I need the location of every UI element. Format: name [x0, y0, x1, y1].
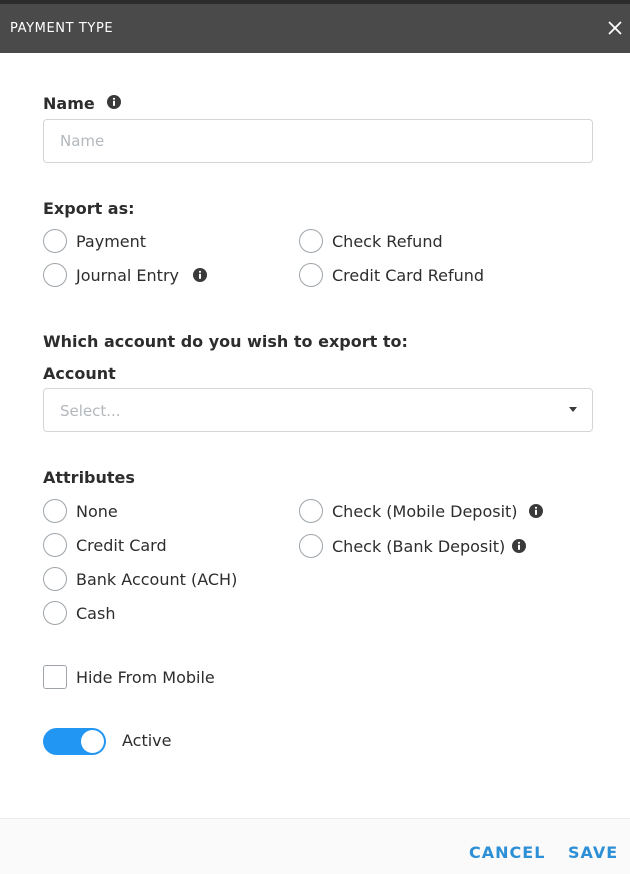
- info-icon: [512, 539, 526, 553]
- close-icon[interactable]: [604, 17, 626, 39]
- radio-attribute-none[interactable]: None: [43, 499, 118, 523]
- radio-circle[interactable]: [299, 263, 323, 287]
- radio-label: Payment: [76, 231, 147, 251]
- name-label: Name: [43, 94, 95, 113]
- radio-label: Bank Account (ACH): [76, 569, 238, 589]
- radio-label: Credit Card: [76, 535, 167, 555]
- active-toggle-label: Active: [122, 731, 172, 750]
- radio-circle[interactable]: [299, 229, 323, 253]
- radio-attribute-check-mobile-deposit[interactable]: Check (Mobile Deposit): [299, 499, 518, 523]
- checkbox-label: Hide From Mobile: [76, 667, 215, 687]
- radio-circle[interactable]: [43, 533, 67, 557]
- radio-circle[interactable]: [43, 601, 67, 625]
- account-label: Account: [43, 364, 116, 383]
- dialog-title: PAYMENT TYPE: [10, 21, 114, 36]
- radio-attribute-cash[interactable]: Cash: [43, 601, 115, 625]
- radio-circle[interactable]: [43, 499, 67, 523]
- radio-label: Check (Bank Deposit): [332, 536, 506, 556]
- export-as-label: Export as:: [43, 199, 135, 218]
- account-question: Which account do you wish to export to:: [43, 332, 408, 351]
- save-button[interactable]: SAVE: [568, 843, 618, 862]
- dialog-header: PAYMENT TYPE: [0, 4, 630, 53]
- radio-export-check-refund[interactable]: Check Refund: [299, 229, 443, 253]
- account-select[interactable]: Select...: [43, 388, 593, 432]
- info-icon: [193, 268, 207, 282]
- radio-export-credit-card-refund[interactable]: Credit Card Refund: [299, 263, 484, 287]
- radio-circle[interactable]: [43, 229, 67, 253]
- radio-circle[interactable]: [299, 499, 323, 523]
- radio-export-journal-entry[interactable]: Journal Entry: [43, 263, 179, 287]
- radio-label: Journal Entry: [76, 265, 179, 285]
- active-toggle[interactable]: [43, 728, 106, 755]
- radio-attribute-check-bank-deposit[interactable]: Check (Bank Deposit): [299, 534, 505, 558]
- hide-from-mobile-checkbox[interactable]: Hide From Mobile: [43, 665, 215, 689]
- checkbox-box[interactable]: [43, 665, 67, 689]
- name-input[interactable]: [43, 119, 593, 163]
- radio-circle[interactable]: [299, 534, 323, 558]
- attributes-label: Attributes: [43, 468, 135, 487]
- account-select-placeholder: Select...: [60, 402, 121, 420]
- radio-circle[interactable]: [43, 263, 67, 287]
- info-icon: [107, 95, 121, 109]
- export-as-label-text: Export as:: [43, 199, 135, 218]
- radio-label: Credit Card Refund: [332, 265, 485, 285]
- cancel-button[interactable]: CANCEL: [469, 843, 545, 862]
- radio-circle[interactable]: [43, 567, 67, 591]
- radio-label: Cash: [76, 603, 116, 623]
- radio-attribute-credit-card[interactable]: Credit Card: [43, 533, 167, 557]
- dialog-footer: CANCEL SAVE: [0, 818, 630, 874]
- radio-label: Check (Mobile Deposit): [332, 501, 518, 521]
- radio-label: Check Refund: [332, 231, 443, 251]
- radio-label: None: [76, 501, 118, 521]
- caret-down-icon[interactable]: [569, 407, 577, 412]
- radio-export-payment[interactable]: Payment: [43, 229, 146, 253]
- radio-attribute-bank-account[interactable]: Bank Account (ACH): [43, 567, 237, 591]
- info-icon: [529, 504, 543, 518]
- toggle-knob[interactable]: [81, 730, 104, 753]
